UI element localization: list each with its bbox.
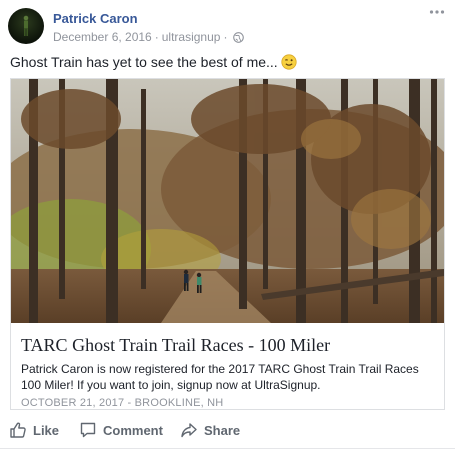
- comment-button[interactable]: Comment: [79, 418, 163, 442]
- post-status: Ghost Train has yet to see the best of m…: [10, 54, 297, 73]
- share-label: Share: [204, 422, 241, 438]
- post-source[interactable]: ultrasignup: [162, 30, 221, 44]
- link-preview-image[interactable]: [11, 79, 444, 323]
- share-button[interactable]: Share: [180, 418, 240, 442]
- author-name[interactable]: Patrick Caron: [53, 11, 138, 26]
- like-icon: [10, 422, 26, 438]
- facebook-post: Patrick Caron December 6, 2016 · ultrasign…: [0, 0, 455, 451]
- link-description: Patrick Caron is now registered for the …: [21, 362, 419, 392]
- link-source-line: OCTOBER 21, 2017 - BROOKLINE, NH: [21, 397, 224, 409]
- link-preview-card[interactable]: TARC Ghost Train Trail Races - 100 Miler…: [10, 78, 445, 410]
- meta-separator: ·: [154, 30, 159, 44]
- comment-label: Comment: [103, 422, 163, 438]
- meta-separator-2: ·: [223, 30, 228, 44]
- bottom-divider: [0, 448, 455, 449]
- wink-emoji-icon: [281, 54, 297, 73]
- like-label: Like: [33, 422, 60, 438]
- post-date[interactable]: December 6, 2016: [53, 30, 152, 44]
- post-meta: December 6, 2016 · ultrasignup ·: [53, 30, 245, 46]
- globe-icon[interactable]: [233, 32, 245, 46]
- avatar[interactable]: [8, 8, 44, 44]
- link-preview-text[interactable]: TARC Ghost Train Trail Races - 100 Miler…: [11, 323, 444, 409]
- share-icon: [181, 423, 197, 438]
- link-title[interactable]: TARC Ghost Train Trail Races - 100 Miler: [21, 335, 330, 356]
- action-bar: Like Comment Share: [0, 418, 455, 442]
- like-button[interactable]: Like: [9, 418, 59, 442]
- more-options-icon[interactable]: [429, 6, 445, 20]
- status-text: Ghost Train has yet to see the best of m…: [10, 54, 278, 70]
- comment-icon: [80, 422, 96, 438]
